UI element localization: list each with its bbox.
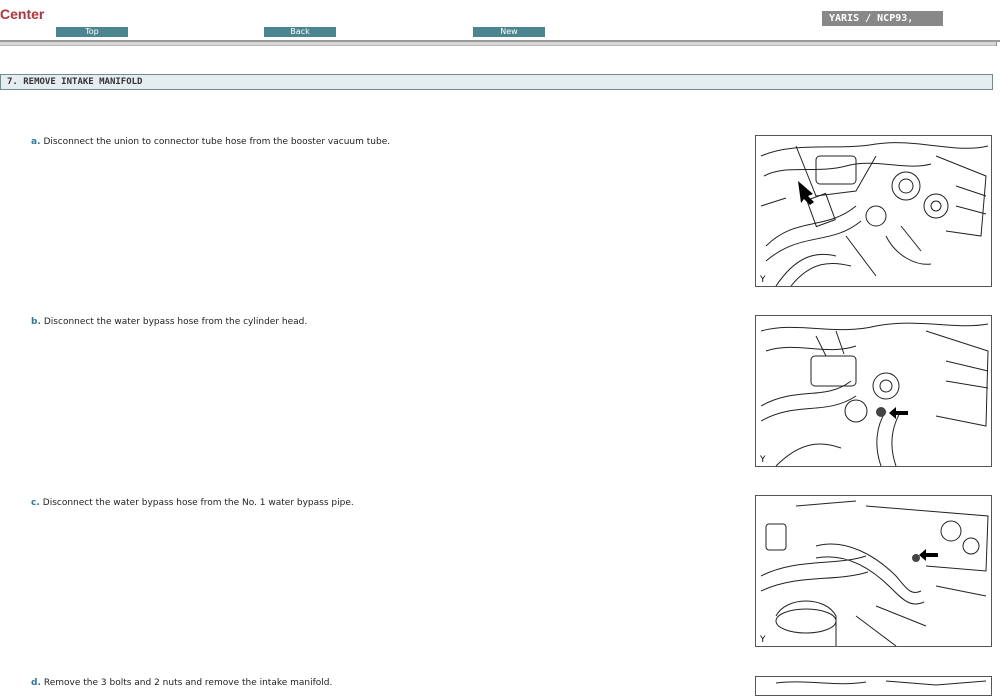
figure-code: Y [760,455,766,465]
engine-illustration-a [760,142,989,286]
engine-illustration-d [775,680,987,686]
new-button[interactable]: New [473,27,545,37]
figure-b: Y [755,315,992,467]
engine-illustration-c [760,500,989,646]
step-text: Disconnect the water bypass hose from th… [42,498,354,508]
step-text: Remove the 3 bolts and 2 nuts and remove… [43,678,333,688]
back-button[interactable]: Back [264,27,336,37]
figure-a: Y [755,135,992,287]
figure-d [755,676,992,696]
step-letter: a. [31,137,41,147]
figure-c: Y [755,495,992,647]
step-letter: c. [31,498,40,508]
figure-code: Y [760,635,766,645]
step-d: d. Remove the 3 bolts and 2 nuts and remo… [31,678,332,688]
step-c: c. Disconnect the water bypass hose from … [31,498,354,508]
step-letter: d. [31,678,41,688]
step-b: b. Disconnect the water bypass hose from … [31,317,307,327]
step-letter: b. [31,317,41,327]
figure-code: Y [760,275,766,285]
brand-title: Center [0,6,45,22]
step-text: Disconnect the union to connector tube h… [43,137,391,147]
header-divider-shadow [0,42,997,46]
step-a: a. Disconnect the union to connector tube… [31,137,390,147]
engine-illustration-b [760,322,989,466]
top-button[interactable]: Top [56,27,128,37]
section-heading: 7. REMOVE INTAKE MANIFOLD [0,74,993,90]
step-text: Disconnect the water bypass hose from th… [43,317,308,327]
model-badge: YARIS / NCP93, [822,11,943,26]
header-bar: Center Top Back New YARIS / NCP93, [0,0,1000,44]
